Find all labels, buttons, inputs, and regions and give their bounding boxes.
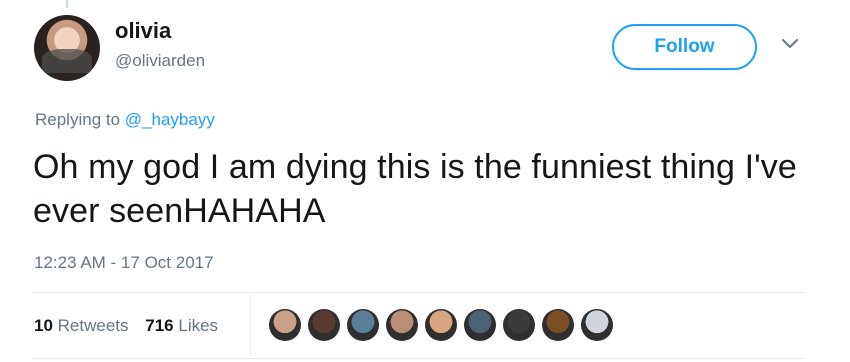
liker-avatar-icon[interactable] xyxy=(503,309,535,341)
display-name[interactable]: olivia xyxy=(115,18,171,44)
divider xyxy=(33,292,805,293)
liker-avatar-icon[interactable] xyxy=(347,309,379,341)
liker-avatar-icon[interactable] xyxy=(425,309,457,341)
likes-label: Likes xyxy=(178,316,219,335)
username[interactable]: @oliviarden xyxy=(115,51,205,71)
user-avatar[interactable] xyxy=(34,15,100,81)
liker-avatar-icon[interactable] xyxy=(542,309,574,341)
tweet-text: Oh my god I am dying this is the funnies… xyxy=(33,148,797,230)
reply-context: Replying to @_haybayy xyxy=(35,110,215,130)
divider xyxy=(33,358,805,359)
stats-separator xyxy=(250,295,251,355)
liker-avatar-icon[interactable] xyxy=(581,309,613,341)
chevron-down-icon[interactable] xyxy=(781,35,799,53)
liker-avatar-icon[interactable] xyxy=(464,309,496,341)
likes-count: 716 xyxy=(145,316,174,335)
retweets-count: 10 xyxy=(34,316,53,335)
reply-prefix: Replying to xyxy=(35,110,121,129)
reply-mention-link[interactable]: @_haybayy xyxy=(125,110,215,129)
follow-button[interactable]: Follow xyxy=(612,24,757,70)
liker-avatar-icon[interactable] xyxy=(308,309,340,341)
liker-avatar-icon[interactable] xyxy=(386,309,418,341)
liker-avatar-icon[interactable] xyxy=(269,309,301,341)
retweets-link[interactable]: 10 Retweets xyxy=(34,316,129,335)
tweet-timestamp[interactable]: 12:23 AM - 17 Oct 2017 xyxy=(34,253,214,273)
likes-link[interactable]: 716 Likes xyxy=(145,316,218,335)
retweets-label: Retweets xyxy=(57,316,129,335)
thread-line xyxy=(66,0,68,8)
tweet-stats: 10 Retweets 716 Likes xyxy=(34,316,218,336)
